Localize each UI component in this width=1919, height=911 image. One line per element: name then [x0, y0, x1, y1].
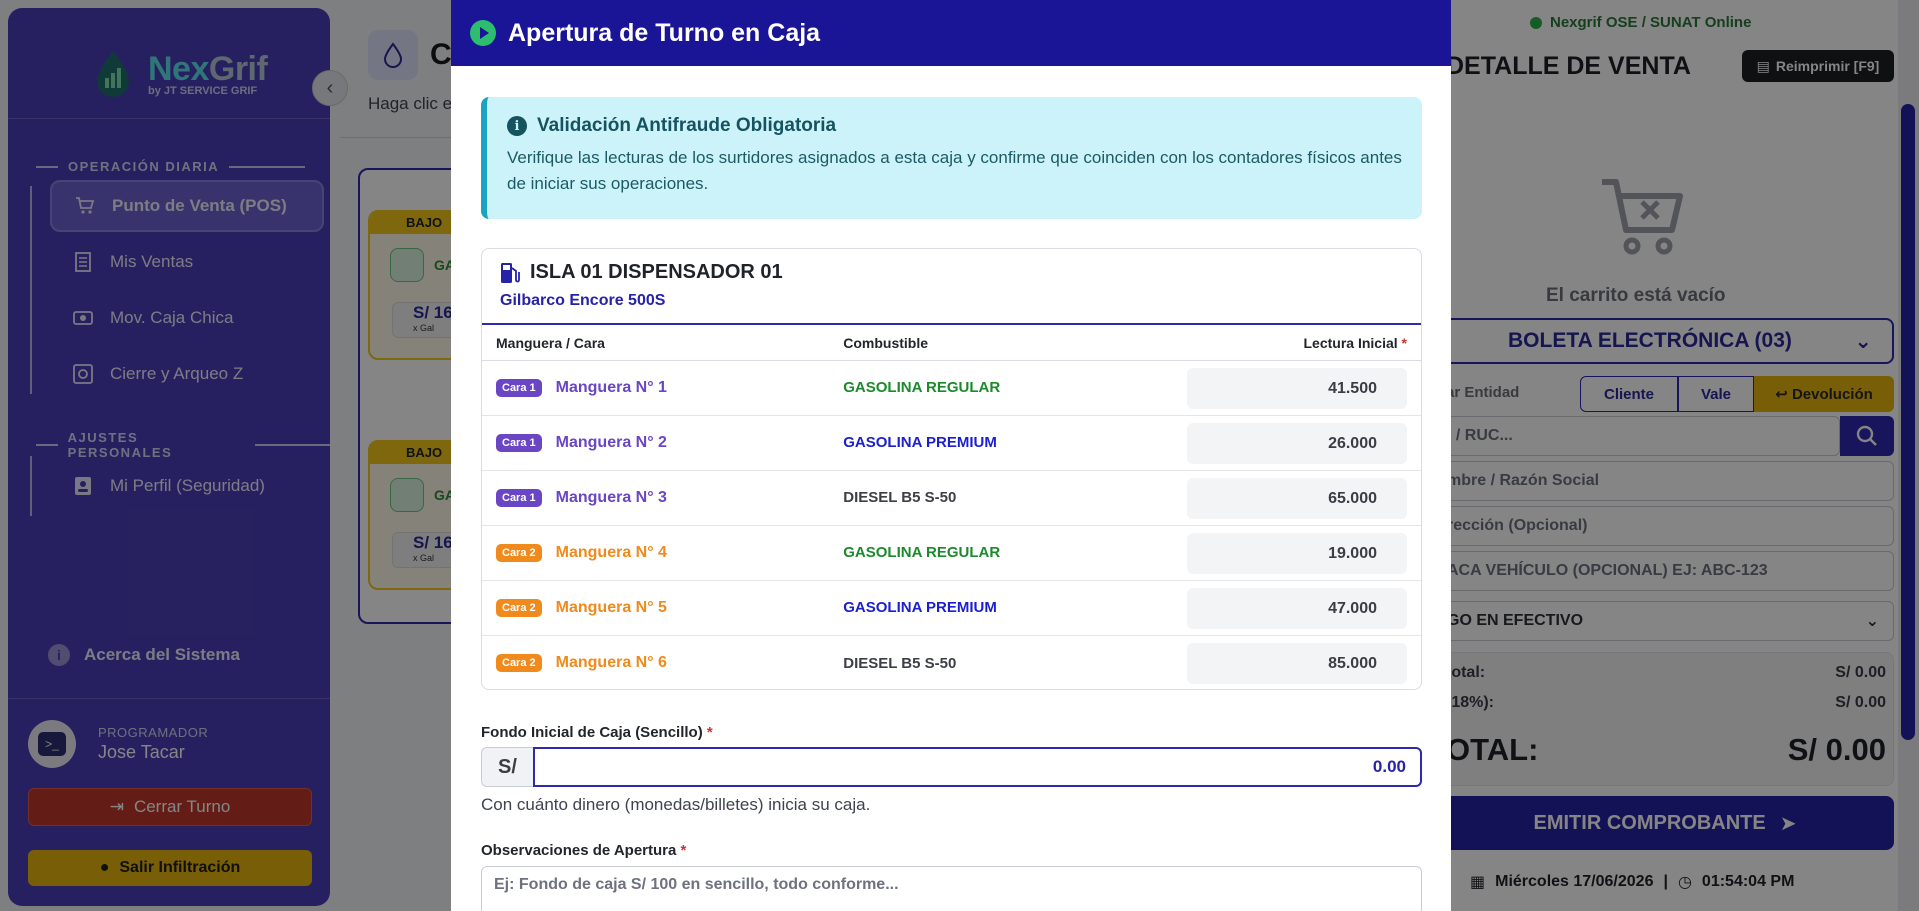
hose-name: Manguera N° 2	[555, 433, 667, 451]
cara-badge: Cara 1	[496, 488, 542, 507]
fuel-type: GASOLINA REGULAR	[843, 544, 1001, 561]
fuel-cell: DIESEL B5 S-50	[843, 489, 1172, 507]
observations-label: Observaciones de Apertura *	[481, 842, 687, 859]
hose-name: Manguera N° 3	[555, 488, 667, 506]
initial-reading-input[interactable]: 26.000	[1187, 422, 1407, 464]
hose-name: Manguera N° 1	[555, 378, 667, 396]
initial-fund-input[interactable]: 0.00	[533, 747, 1422, 787]
cara-badge: Cara 2	[496, 598, 542, 617]
table-header: Manguera / Cara Combustible Lectura Inic…	[482, 325, 1421, 361]
dispenser-header: ISLA 01 DISPENSADOR 01 Gilbarco Encore 5…	[482, 249, 1421, 325]
cara-badge: Cara 1	[496, 433, 542, 452]
required-mark: *	[1401, 334, 1407, 351]
shift-opening-modal: Apertura de Turno en Caja i Validación A…	[451, 0, 1451, 911]
table-row: Cara 2 Manguera N° 4 GASOLINA REGULAR 19.00…	[482, 526, 1421, 581]
play-icon	[470, 20, 496, 46]
table-row: Cara 2 Manguera N° 5 GASOLINA PREMIUM 47.00…	[482, 581, 1421, 636]
observations-textarea[interactable]: Ej: Fondo de caja S/ 100 en sencillo, to…	[481, 866, 1422, 911]
modal-header: Apertura de Turno en Caja	[451, 0, 1451, 66]
reading-cell: 26.000	[1173, 422, 1421, 464]
required-mark: *	[706, 724, 713, 741]
initial-reading-input[interactable]: 47.000	[1187, 587, 1407, 629]
hose-cell: Cara 2 Manguera N° 6	[482, 654, 843, 673]
antifraud-alert: i Validación Antifraude Obligatoria Veri…	[481, 97, 1422, 219]
reading-cell: 65.000	[1173, 477, 1421, 519]
hose-cell: Cara 1 Manguera N° 2	[482, 433, 843, 452]
initial-reading-input[interactable]: 19.000	[1187, 532, 1407, 574]
hose-name: Manguera N° 4	[555, 543, 667, 561]
column-header-hose: Manguera / Cara	[496, 334, 605, 351]
alert-text: Verifique las lecturas de los surtidores…	[507, 148, 1402, 193]
currency-prefix: S/	[481, 747, 533, 787]
info-icon: i	[507, 116, 527, 136]
fuel-cell: GASOLINA PREMIUM	[843, 599, 1172, 617]
initial-fund-field: S/ 0.00	[481, 747, 1422, 787]
fuel-type: GASOLINA PREMIUM	[843, 434, 997, 451]
gas-pump-icon	[501, 262, 520, 283]
modal-title: Apertura de Turno en Caja	[508, 18, 821, 47]
reading-cell: 41.500	[1173, 367, 1421, 409]
cara-badge: Cara 2	[496, 543, 542, 562]
hose-cell: Cara 1 Manguera N° 1	[482, 378, 843, 397]
table-row: Cara 2 Manguera N° 6 DIESEL B5 S-50 85.000	[482, 636, 1421, 689]
table-row: Cara 1 Manguera N° 3 DIESEL B5 S-50 65.000	[482, 471, 1421, 526]
hose-name: Manguera N° 6	[555, 654, 667, 672]
reading-cell: 19.000	[1173, 532, 1421, 574]
hose-name: Manguera N° 5	[555, 598, 667, 616]
reading-cell: 85.000	[1173, 643, 1421, 684]
required-mark: *	[680, 842, 687, 859]
cara-badge: Cara 2	[496, 654, 542, 673]
fuel-cell: GASOLINA PREMIUM	[843, 434, 1172, 452]
fuel-cell: GASOLINA REGULAR	[843, 544, 1172, 562]
dispenser-title: ISLA 01 DISPENSADOR 01	[530, 261, 783, 283]
fuel-type: DIESEL B5 S-50	[843, 654, 957, 672]
reading-cell: 47.000	[1173, 587, 1421, 629]
fund-label: Fondo Inicial de Caja (Sencillo) *	[481, 724, 713, 741]
hose-cell: Cara 2 Manguera N° 5	[482, 598, 843, 617]
readings-table-body: Cara 1 Manguera N° 1 GASOLINA REGULAR 41.50…	[482, 361, 1421, 689]
dispenser-card: ISLA 01 DISPENSADOR 01 Gilbarco Encore 5…	[481, 248, 1422, 690]
fuel-type: GASOLINA REGULAR	[843, 379, 1001, 396]
hose-cell: Cara 1 Manguera N° 3	[482, 488, 843, 507]
fuel-type: GASOLINA PREMIUM	[843, 599, 997, 616]
fuel-type: DIESEL B5 S-50	[843, 489, 957, 506]
cara-badge: Cara 1	[496, 378, 542, 397]
alert-title: Validación Antifraude Obligatoria	[537, 115, 837, 136]
initial-reading-input[interactable]: 41.500	[1187, 367, 1407, 409]
initial-reading-input[interactable]: 65.000	[1187, 477, 1407, 519]
fuel-cell: DIESEL B5 S-50	[843, 655, 1172, 673]
initial-reading-input[interactable]: 85.000	[1187, 643, 1407, 684]
hose-cell: Cara 2 Manguera N° 4	[482, 543, 843, 562]
column-header-fuel: Combustible	[843, 334, 929, 351]
alert-title-row: i Validación Antifraude Obligatoria	[507, 115, 1402, 137]
table-row: Cara 1 Manguera N° 2 GASOLINA PREMIUM 26.00…	[482, 416, 1421, 471]
table-row: Cara 1 Manguera N° 1 GASOLINA REGULAR 41.50…	[482, 361, 1421, 416]
column-header-reading: Lectura Inicial *	[1303, 334, 1408, 351]
fund-hint: Con cuánto dinero (monedas/billetes) ini…	[481, 795, 871, 814]
dispenser-model: Gilbarco Encore 500S	[500, 292, 666, 309]
fuel-cell: GASOLINA REGULAR	[843, 379, 1172, 397]
